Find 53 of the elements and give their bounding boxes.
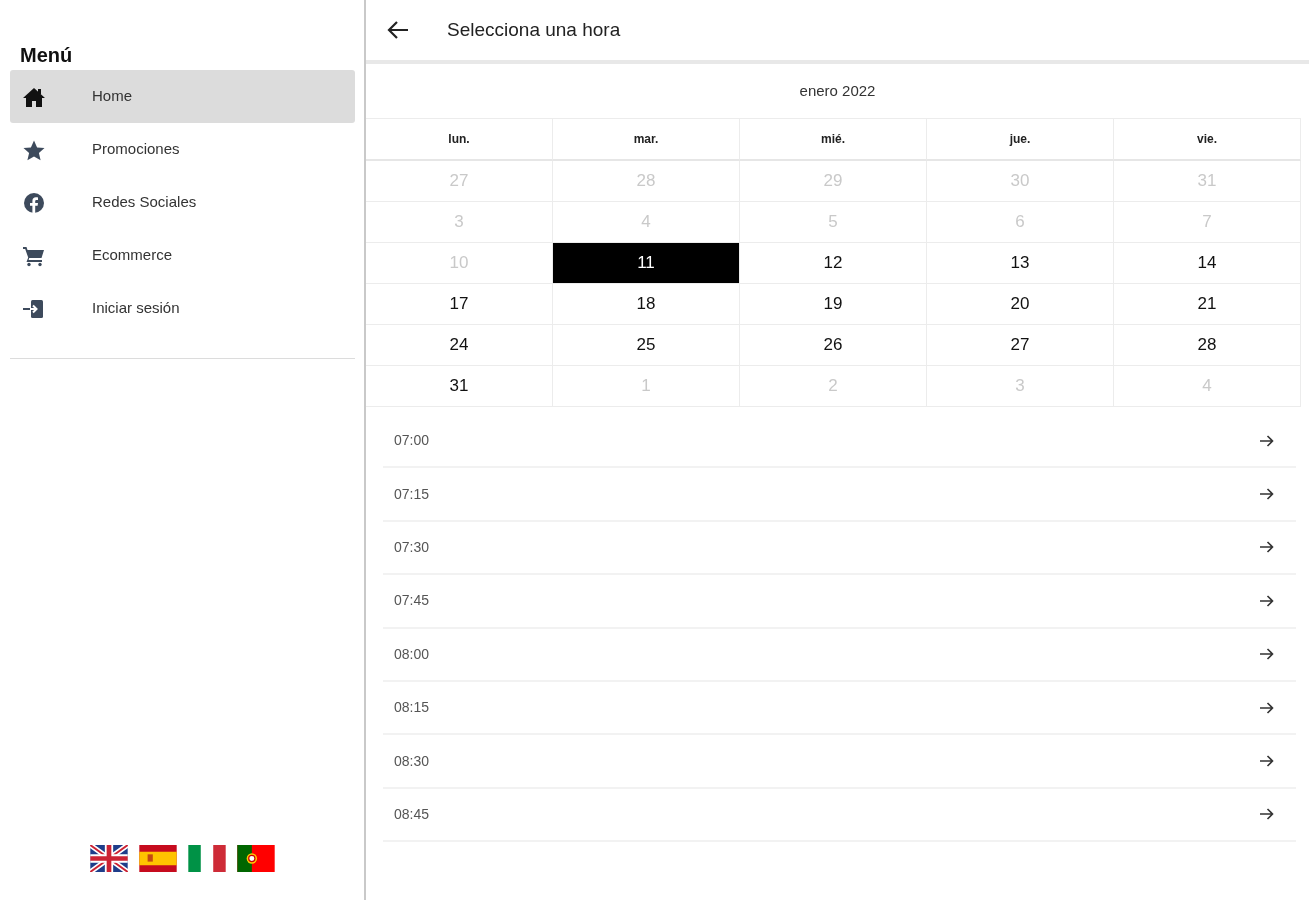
calendar-day[interactable]: 19 [740, 284, 927, 325]
arrow-right-icon [1260, 594, 1274, 607]
calendar-day[interactable]: 20 [927, 284, 1114, 325]
calendar-day[interactable]: 17 [366, 284, 553, 325]
calendar-day[interactable]: 27 [927, 325, 1114, 366]
uk-flag-icon[interactable] [89, 845, 128, 872]
italy-flag-icon[interactable] [187, 845, 226, 872]
weekday-header: vie. [1114, 119, 1301, 161]
weekday-header: lun. [366, 119, 553, 161]
time-slot-row[interactable]: 08:45 [383, 788, 1296, 843]
weekday-header: mar. [553, 119, 740, 161]
arrow-right-icon [1260, 488, 1274, 501]
arrow-right-icon [1260, 541, 1274, 554]
calendar-day[interactable]: 26 [740, 325, 927, 366]
calendar-day[interactable]: 28 [1114, 325, 1301, 366]
calendar-day[interactable]: 12 [740, 243, 927, 284]
menu-item[interactable]: Iniciar sesión [10, 282, 355, 335]
calendar-day[interactable]: 11 [553, 243, 740, 284]
calendar-day[interactable]: 14 [1114, 243, 1301, 284]
time-slot-row[interactable]: 08:15 [383, 681, 1296, 736]
time-slot-row[interactable]: 08:00 [383, 628, 1296, 682]
time-slot-row[interactable]: 08:30 [383, 735, 1296, 789]
menu-item[interactable]: Home [10, 70, 355, 123]
calendar-day[interactable]: 21 [1114, 284, 1301, 325]
login-icon [22, 297, 46, 320]
arrow-right-icon [1260, 648, 1274, 661]
calendar-day[interactable]: 18 [553, 284, 740, 325]
arrow-right-icon [1260, 701, 1274, 714]
portugal-flag-icon[interactable] [236, 845, 275, 872]
weekday-header: mié. [740, 119, 927, 161]
page-title: Selecciona una hora [447, 17, 621, 42]
month-label: enero 2022 [799, 80, 876, 101]
time-slot-row[interactable]: 07:30 [383, 521, 1296, 576]
back-button[interactable] [387, 20, 409, 40]
time-slot-row[interactable]: 07:00 [383, 415, 1296, 469]
calendar-day[interactable]: 24 [366, 325, 553, 366]
arrow-right-icon [1260, 755, 1274, 768]
arrow-right-icon [1260, 434, 1274, 447]
weekday-header: jue. [927, 119, 1114, 161]
facebook-icon [22, 191, 46, 214]
menu-item[interactable]: Redes Sociales [10, 176, 355, 229]
calendar-day[interactable]: 25 [553, 325, 740, 366]
menu-item[interactable]: Ecommerce [10, 229, 355, 282]
calendar-day[interactable]: 31 [366, 366, 553, 407]
arrow-right-icon [1260, 808, 1274, 821]
cart-icon [22, 244, 46, 267]
time-slot-row[interactable]: 07:15 [383, 468, 1296, 522]
house-icon [22, 85, 46, 108]
spain-flag-icon[interactable] [138, 845, 177, 872]
menu-title: Menú [19, 43, 74, 68]
calendar-day[interactable]: 13 [927, 243, 1114, 284]
menu-item[interactable]: Promociones [10, 123, 355, 176]
time-slot-row[interactable]: 07:45 [383, 575, 1296, 629]
